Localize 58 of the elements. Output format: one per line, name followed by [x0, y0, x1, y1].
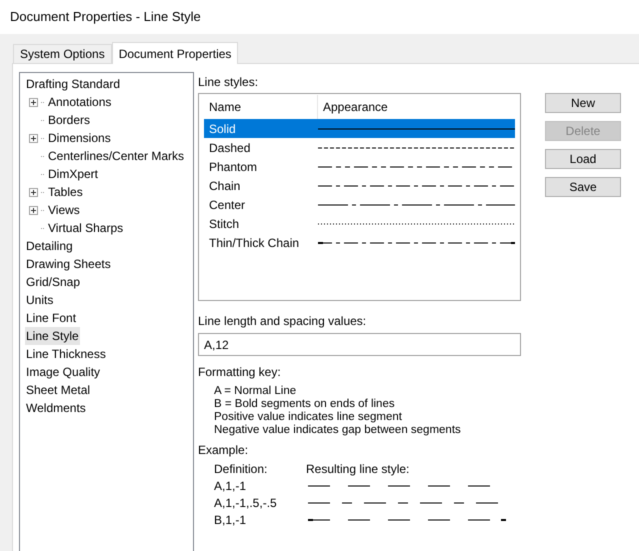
column-header: Appearance [322, 99, 388, 116]
action-button[interactable]: Save [545, 177, 621, 197]
tree-item[interactable]: Centerlines/Center Marks [47, 147, 186, 165]
tree-item[interactable]: Line Font [25, 309, 78, 327]
line-style-row[interactable]: Thin/Thick Chain [204, 233, 515, 252]
line-style-row[interactable]: Phantom [204, 157, 515, 176]
line-style-name: Phantom [208, 158, 258, 176]
expand-icon[interactable] [29, 188, 38, 196]
column-header: Resulting line style: [306, 460, 410, 478]
window-title: Document Properties - Line Style [10, 8, 201, 26]
line-style-row[interactable]: Stitch [204, 214, 515, 233]
section-label: Example: [198, 443, 250, 457]
tree-item[interactable]: Annotations [47, 93, 112, 111]
tree-item[interactable]: Borders [47, 111, 92, 129]
section-label: Formatting key: [198, 365, 282, 379]
definition-text: A,1,-1,.5,-.5 [214, 494, 278, 512]
tree-item[interactable]: Drafting Standard [25, 75, 122, 93]
definition-text: A,1,-1 [214, 478, 248, 494]
tree-item[interactable]: Units [25, 291, 54, 309]
key-text: Positive value indicates line segment [214, 411, 403, 424]
tree-item[interactable]: Detailing [25, 237, 74, 255]
expand-icon[interactable] [29, 98, 38, 106]
tree-item[interactable]: Tables [47, 183, 84, 201]
tab[interactable]: System Options [13, 44, 112, 63]
line-style-name: Chain [208, 178, 242, 194]
section-label: Line styles: [198, 75, 260, 89]
tree-item[interactable]: Grid/Snap [25, 273, 82, 291]
line-style-name: Dashed [208, 140, 252, 156]
line-style-name: Thin/Thick Chain [208, 234, 300, 252]
column-header: Definition: [214, 460, 268, 478]
tab[interactable]: Document Properties [112, 42, 238, 64]
tree-item[interactable]: Weldments [25, 399, 87, 417]
action-button[interactable]: Load [545, 149, 621, 169]
section-label: Line length and spacing values: [198, 314, 368, 328]
line-style-row[interactable]: Dashed [204, 138, 515, 157]
expand-icon[interactable] [29, 134, 38, 142]
spacing-field[interactable]: A,12 [198, 333, 521, 356]
line-style-row[interactable]: Center [204, 195, 515, 214]
tree-item[interactable]: Views [47, 201, 81, 219]
key-text: B = Bold segments on ends of lines [214, 398, 396, 411]
expand-icon[interactable] [29, 206, 38, 214]
tree-item[interactable]: Dimensions [47, 129, 112, 147]
tree-item[interactable]: Image Quality [25, 363, 102, 381]
tree-item[interactable]: Sheet Metal [25, 381, 92, 399]
line-style-name: Solid [208, 120, 237, 138]
tree-item[interactable]: Drawing Sheets [25, 255, 112, 273]
action-button[interactable]: New [545, 93, 621, 113]
line-style-row[interactable]: Chain [204, 176, 515, 195]
definition-text: B,1,-1 [214, 512, 248, 528]
line-style-row[interactable]: Solid [204, 119, 515, 138]
key-text: A = Normal Line [214, 385, 298, 398]
tree-item[interactable]: Line Style [25, 327, 80, 345]
line-style-name: Stitch [208, 216, 240, 232]
tree-item[interactable]: DimXpert [47, 165, 100, 183]
tree-item[interactable]: Line Thickness [25, 345, 107, 363]
tree-item[interactable]: Virtual Sharps [47, 219, 124, 237]
line-style-name: Center [208, 196, 246, 214]
key-text: Negative value indicates gap between segments [214, 424, 462, 437]
